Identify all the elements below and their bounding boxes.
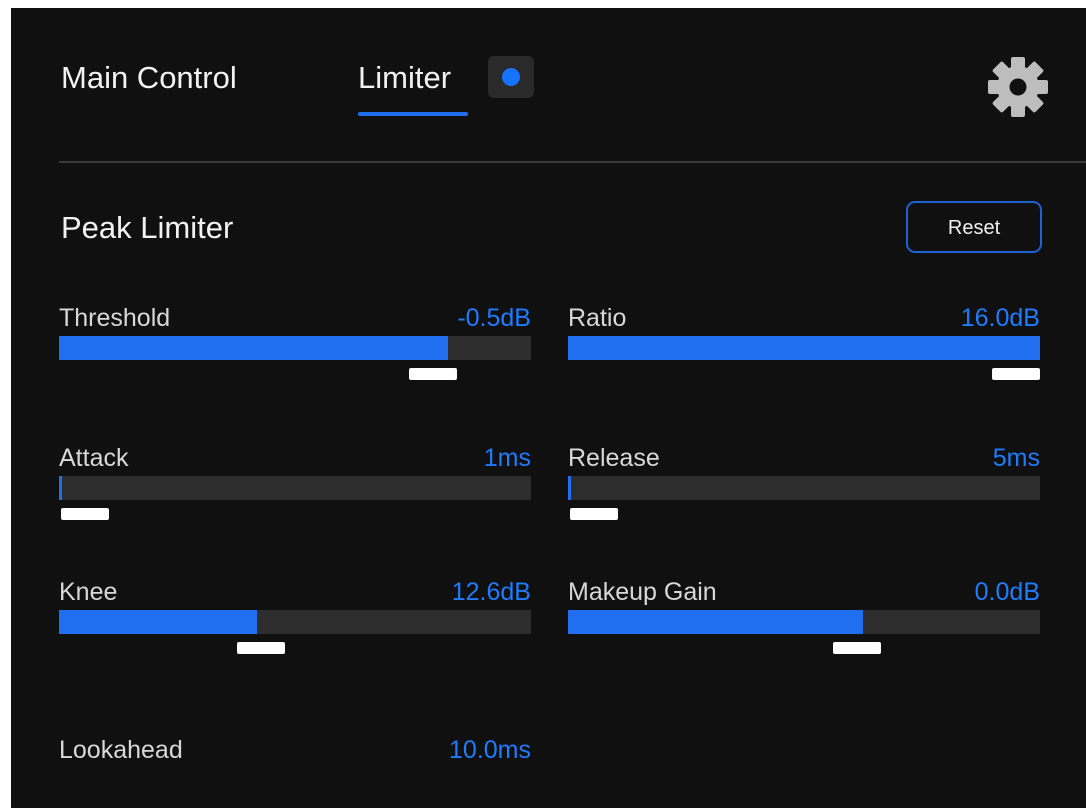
attack-slider[interactable]: [59, 476, 531, 500]
attack-control: Attack 1ms: [59, 443, 531, 523]
threshold-fill: [59, 336, 448, 360]
active-tab-indicator: [358, 112, 468, 116]
threshold-control: Threshold -0.5dB: [59, 303, 531, 383]
gear-icon[interactable]: [986, 55, 1050, 119]
status-dot-icon: [502, 68, 520, 86]
makeup-gain-label: Makeup Gain: [568, 578, 717, 606]
header-divider: [59, 161, 1086, 163]
ratio-handle[interactable]: [992, 368, 1040, 380]
ratio-control: Ratio 16.0dB: [568, 303, 1040, 383]
attack-label: Attack: [59, 444, 129, 472]
lookahead-control: Lookahead 10.0ms: [59, 735, 531, 771]
threshold-value: -0.5dB: [457, 304, 531, 332]
knee-value: 12.6dB: [451, 578, 531, 606]
knee-label: Knee: [59, 578, 118, 606]
limiter-panel: Main Control Limiter Peak Limiter Reset …: [11, 8, 1086, 808]
knee-slider[interactable]: [59, 610, 531, 634]
knee-control: Knee 12.6dB: [59, 577, 531, 657]
release-handle[interactable]: [570, 508, 618, 520]
makeup-gain-slider[interactable]: [568, 610, 1040, 634]
threshold-label: Threshold: [59, 304, 171, 332]
section-title: Peak Limiter: [61, 210, 234, 245]
limiter-enable-toggle[interactable]: [488, 56, 534, 98]
threshold-handle[interactable]: [409, 368, 457, 380]
knee-fill: [59, 610, 257, 634]
ratio-fill: [568, 336, 1040, 360]
makeup-gain-value: 0.0dB: [974, 578, 1040, 606]
tab-main-control[interactable]: Main Control: [61, 60, 237, 96]
lookahead-label: Lookahead: [59, 736, 183, 764]
release-slider[interactable]: [568, 476, 1040, 500]
tab-limiter[interactable]: Limiter: [358, 60, 451, 96]
attack-fill: [59, 476, 62, 500]
makeup-gain-handle[interactable]: [833, 642, 881, 654]
reset-button[interactable]: Reset: [906, 201, 1042, 253]
attack-value: 1ms: [483, 444, 531, 472]
release-control: Release 5ms: [568, 443, 1040, 523]
threshold-slider[interactable]: [59, 336, 531, 360]
ratio-slider[interactable]: [568, 336, 1040, 360]
knee-handle[interactable]: [237, 642, 285, 654]
attack-handle[interactable]: [61, 508, 109, 520]
ratio-label: Ratio: [568, 304, 627, 332]
release-fill: [568, 476, 571, 500]
release-value: 5ms: [992, 444, 1040, 472]
release-label: Release: [568, 444, 660, 472]
ratio-value: 16.0dB: [960, 304, 1040, 332]
makeup-gain-control: Makeup Gain 0.0dB: [568, 577, 1040, 657]
lookahead-value[interactable]: 10.0ms: [449, 735, 531, 765]
makeup-gain-fill: [568, 610, 863, 634]
